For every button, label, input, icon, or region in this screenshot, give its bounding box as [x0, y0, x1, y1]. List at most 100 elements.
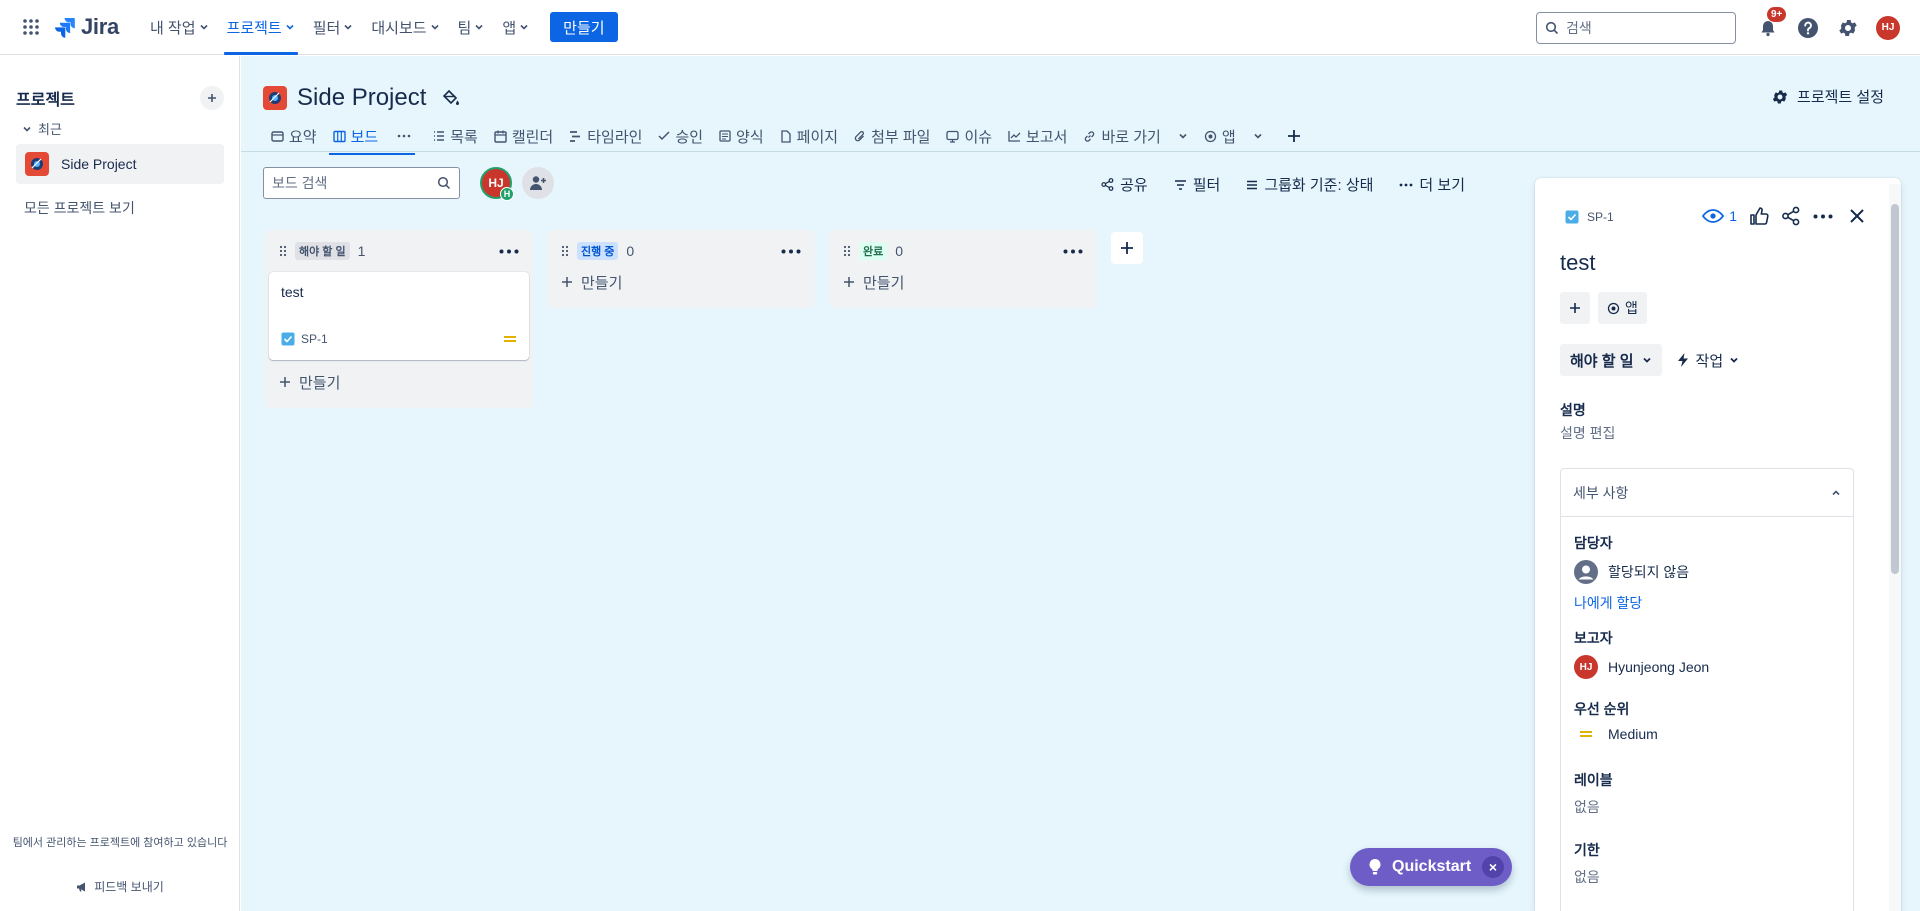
feedback-button[interactable]: 피드백 보내기 — [0, 878, 240, 895]
column-more-icon[interactable] — [781, 249, 801, 254]
jira-logo[interactable]: Jira — [54, 14, 119, 40]
filter-icon — [1174, 179, 1187, 191]
description-editor[interactable]: 설명 편집 — [1560, 423, 1615, 443]
tab-list[interactable]: 목록 — [425, 122, 486, 150]
panel-scrollbar[interactable] — [1889, 184, 1901, 911]
tab-reports[interactable]: 보고서 — [1000, 122, 1075, 150]
sidebar-item-side-project[interactable]: Side Project — [16, 144, 224, 184]
nav-teams[interactable]: 팀 — [449, 0, 494, 55]
tabs-divider — [241, 151, 1920, 152]
priority-value[interactable]: Medium — [1574, 726, 1658, 742]
create-issue-button[interactable]: 만들기 — [269, 364, 529, 400]
apps-button[interactable]: 앱 — [1598, 292, 1647, 324]
tab-timeline[interactable]: 타임라인 — [561, 122, 650, 150]
tab-board[interactable]: 보드 — [325, 122, 420, 155]
drag-handle-icon[interactable] — [561, 245, 569, 257]
nav-filters[interactable]: 필터 — [304, 0, 363, 55]
column-header: 해야 할 일 1 — [269, 238, 529, 264]
view-all-projects-link[interactable]: 모든 프로젝트 보기 — [24, 198, 135, 218]
group-by-button[interactable]: 그룹화 기준: 상태 — [1236, 170, 1383, 199]
board-search-input[interactable] — [272, 175, 422, 191]
sidebar-recent-toggle[interactable]: 최근 — [22, 119, 62, 138]
nav-dashboards[interactable]: 대시보드 — [362, 0, 448, 55]
issue-key[interactable]: SP-1 — [1565, 210, 1614, 224]
plus-icon — [279, 376, 291, 388]
drag-handle-icon[interactable] — [279, 245, 287, 257]
more-horizontal-icon[interactable] — [397, 134, 411, 138]
add-tab-button[interactable] — [1279, 122, 1309, 150]
add-column-button[interactable] — [1111, 232, 1143, 264]
due-date-value[interactable]: 없음 — [1574, 867, 1600, 887]
tab-approvals[interactable]: 승인 — [650, 122, 711, 150]
board-card[interactable]: test SP-1 — [269, 272, 529, 360]
tab-pages[interactable]: 페이지 — [772, 122, 846, 150]
nav-apps[interactable]: 앱 — [493, 0, 538, 55]
avatar[interactable]: HJ H — [480, 167, 514, 201]
nav-projects[interactable]: 프로젝트 — [218, 0, 304, 55]
add-project-button[interactable] — [200, 86, 224, 110]
top-navigation: Jira 내 작업 프로젝트 필터 대시보드 팀 앱 만들기 9+ HJ — [0, 0, 1920, 55]
watch-button[interactable]: 1 — [1702, 208, 1737, 224]
create-issue-button[interactable]: 만들기 — [833, 264, 1093, 300]
approval-icon — [658, 130, 670, 142]
status-dropdown[interactable]: 해야 할 일 — [1560, 344, 1662, 376]
status-label: 해야 할 일 — [1570, 352, 1634, 370]
add-people-button[interactable] — [522, 167, 554, 199]
labels-value[interactable]: 없음 — [1574, 797, 1613, 817]
priority-medium-icon — [1574, 729, 1598, 739]
share-icon[interactable] — [1781, 206, 1801, 226]
more-button[interactable]: 더 보기 — [1389, 170, 1475, 199]
lightning-icon — [1676, 352, 1690, 368]
issue-title[interactable]: test — [1560, 250, 1595, 276]
eye-icon — [1702, 209, 1725, 223]
chevron-down-icon — [1642, 355, 1652, 365]
assignee-value[interactable]: 할당되지 않음 — [1574, 560, 1689, 584]
column-more-icon[interactable] — [499, 249, 519, 254]
drag-handle-icon[interactable] — [843, 245, 851, 257]
chevron-down-icon — [22, 124, 32, 134]
tab-calendar[interactable]: 캘린더 — [486, 122, 561, 150]
create-issue-button[interactable]: 만들기 — [551, 264, 811, 300]
settings-button[interactable] — [1832, 12, 1864, 44]
filter-button[interactable]: 필터 — [1164, 170, 1231, 199]
help-button[interactable] — [1792, 12, 1824, 44]
share-button[interactable]: 공유 — [1091, 170, 1158, 199]
notifications-button[interactable]: 9+ — [1752, 6, 1787, 44]
quickstart-button[interactable]: Quickstart × — [1350, 848, 1512, 886]
more-horizontal-icon[interactable] — [1813, 214, 1833, 219]
global-search-input[interactable] — [1566, 19, 1716, 36]
create-button[interactable]: 만들기 — [550, 12, 618, 42]
assign-to-me-link[interactable]: 나에게 할당 — [1574, 593, 1689, 613]
add-button[interactable] — [1560, 292, 1590, 324]
project-settings-button[interactable]: 프로젝트 설정 — [1771, 86, 1884, 107]
tab-label: 양식 — [736, 128, 764, 146]
close-icon[interactable] — [1849, 208, 1865, 224]
tab-apps[interactable]: 앱 — [1196, 122, 1271, 150]
reporter-value[interactable]: HJ Hyunjeong Jeon — [1574, 655, 1709, 679]
board-column-in-progress: 진행 중 0 만들기 — [547, 230, 815, 308]
quickstart-close-button[interactable]: × — [1482, 856, 1504, 878]
thumbs-up-icon[interactable] — [1749, 206, 1769, 226]
paint-bucket-icon[interactable] — [442, 89, 460, 107]
details-header[interactable]: 세부 사항 — [1561, 469, 1853, 517]
jira-logo-icon — [54, 16, 76, 38]
chevron-down-icon — [474, 22, 484, 32]
workflow-actions-dropdown[interactable]: 작업 — [1676, 350, 1740, 371]
tab-forms[interactable]: 양식 — [711, 122, 772, 150]
tab-summary[interactable]: 요약 — [263, 122, 325, 150]
column-header: 진행 중 0 — [551, 238, 811, 264]
calendar-icon — [494, 130, 507, 143]
tab-issues[interactable]: 이슈 — [938, 122, 1000, 150]
labels-field: 레이블 없음 — [1574, 770, 1613, 817]
tab-attachments[interactable]: 첨부 파일 — [846, 122, 938, 150]
column-more-icon[interactable] — [1063, 249, 1083, 254]
nav-my-work[interactable]: 내 작업 — [141, 0, 218, 55]
tab-shortcuts[interactable]: 바로 가기 — [1075, 122, 1195, 150]
app-switcher-button[interactable] — [16, 12, 46, 42]
global-search[interactable] — [1536, 11, 1736, 44]
board-search[interactable] — [263, 167, 460, 199]
panel-scrollbar-thumb[interactable] — [1891, 204, 1899, 574]
timeline-icon — [569, 130, 582, 143]
labels-label: 레이블 — [1574, 772, 1613, 788]
user-profile-button[interactable]: HJ — [1872, 12, 1904, 44]
